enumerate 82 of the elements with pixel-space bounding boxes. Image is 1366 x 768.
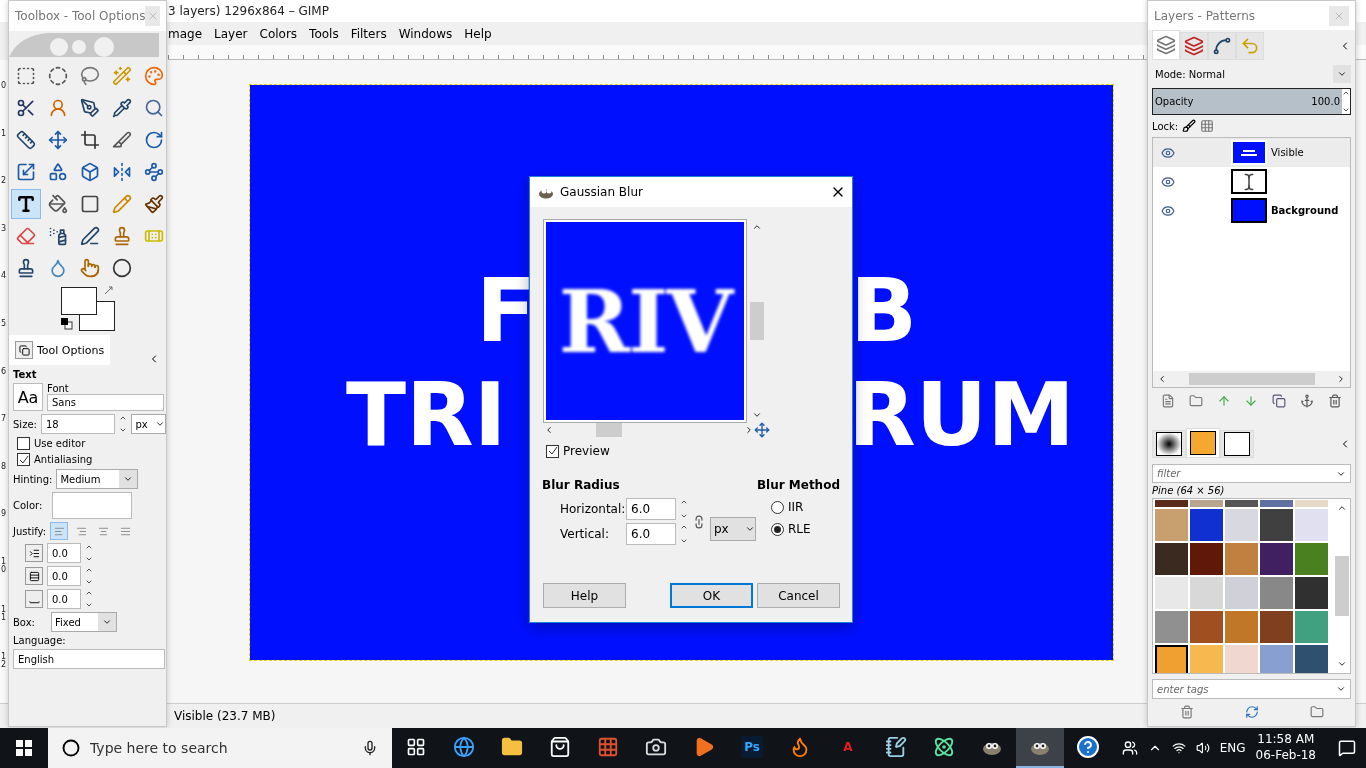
taskbar-button[interactable]: A xyxy=(824,728,872,768)
ruler-label: 11 xyxy=(0,605,6,624)
opacity-slider[interactable]: Opacity 100.0 xyxy=(1152,88,1351,116)
spacing-field[interactable]: 0.0 xyxy=(47,543,81,563)
layer-name: Background xyxy=(1271,205,1339,217)
opacity-value: 100.0 xyxy=(1311,96,1340,108)
window-title: 3 layers) 1296x864 – GIMP xyxy=(168,4,329,18)
font-label: Font xyxy=(47,383,70,394)
language-field[interactable]: English xyxy=(13,649,165,669)
menu-item[interactable]: Help xyxy=(464,26,492,41)
layer-row[interactable]: Visible xyxy=(1153,138,1350,168)
ruler-label: 0 xyxy=(0,82,6,92)
unit-dropdown[interactable]: px xyxy=(131,414,166,434)
canvas-text: TRI xyxy=(346,371,507,459)
font-preview[interactable]: Aa xyxy=(13,383,43,411)
radio-label: IIR xyxy=(787,500,804,514)
ruler-label: 8 xyxy=(0,462,6,473)
number-field[interactable]: 6.0 xyxy=(626,523,676,545)
hinting-label: Hinting: xyxy=(13,473,53,485)
ruler-label: 10 xyxy=(0,557,6,576)
checkbox-label: Use editor xyxy=(34,438,86,449)
language-label: Language: xyxy=(13,635,67,646)
spacing-field[interactable]: 0.0 xyxy=(47,589,81,609)
font-field[interactable]: Sans xyxy=(47,394,164,411)
radio-label: RLE xyxy=(787,522,811,536)
tool-name: Text xyxy=(13,369,38,380)
window-title: Layers - Patterns xyxy=(1154,8,1256,23)
box-dropdown[interactable]: Fixed xyxy=(50,612,117,632)
dialog-title: Gaussian Blur xyxy=(560,185,643,199)
size-field[interactable]: 18 xyxy=(40,414,116,434)
canvas-text: B xyxy=(850,267,918,355)
photoshop-logo: Ps xyxy=(741,736,763,758)
lock-label: Lock: xyxy=(1152,120,1179,132)
canvas-text: F xyxy=(476,267,537,355)
ruler-label: 5 xyxy=(0,319,6,330)
section-heading: Blur Radius xyxy=(542,478,621,492)
dialog-button[interactable]: Cancel xyxy=(757,583,840,608)
ruler-label: 1 xyxy=(0,129,6,140)
canvas-text: RUM xyxy=(848,371,1075,459)
ruler-label: 12 xyxy=(0,653,6,672)
tool-options-tab[interactable]: Tool Options xyxy=(9,335,111,365)
dialog-button[interactable]: OK xyxy=(670,583,753,608)
ruler-label: 9 xyxy=(0,510,6,521)
menu-item[interactable]: Layer xyxy=(214,26,248,41)
mode-dropdown[interactable]: Mode: Normal xyxy=(1152,64,1351,85)
ruler-label: 2 xyxy=(0,177,6,188)
menu-item[interactable]: Windows xyxy=(398,26,453,41)
number-field[interactable]: 6.0 xyxy=(626,498,676,520)
menu-item[interactable]: Colors xyxy=(259,26,298,41)
search-field[interactable]: Type here to search xyxy=(48,728,392,768)
preview-text: RIV xyxy=(558,270,732,372)
window-title: Toolbox - Tool Options xyxy=(15,9,146,23)
layer-name: Visible xyxy=(1271,147,1304,159)
ruler-label: 4 xyxy=(0,272,6,283)
field-label: Vertical: xyxy=(560,527,610,541)
section-heading: Blur Method xyxy=(756,478,840,492)
menu-item[interactable]: Filters xyxy=(350,26,387,41)
ruler-label: 7 xyxy=(0,415,6,426)
opacity-label: Opacity xyxy=(1155,96,1194,108)
dialog-button[interactable]: Help xyxy=(543,583,626,608)
field-label: Horizontal: xyxy=(560,502,622,516)
spacing-field[interactable]: 0.0 xyxy=(47,566,81,586)
taskbar-button[interactable]: Ps xyxy=(728,728,776,768)
status-text: Visible (23.7 MB) xyxy=(174,709,276,723)
clock[interactable]: 11:58 AM 06-Feb-18 xyxy=(1255,732,1316,764)
checkbox-label: Preview xyxy=(563,444,610,458)
language-indicator[interactable]: ENG xyxy=(1219,741,1246,755)
size-label: Size: xyxy=(13,418,37,430)
ruler-label: 3 xyxy=(0,224,6,235)
menu-item[interactable]: mage xyxy=(168,26,203,41)
pattern-name: Pine (64 × 56) xyxy=(1151,484,1226,499)
justify-label: Justify: xyxy=(13,525,47,537)
ruler-label: 6 xyxy=(0,367,6,378)
box-label: Box: xyxy=(13,616,35,628)
filter-field[interactable]: filter xyxy=(1152,464,1351,484)
menu-item[interactable]: Tools xyxy=(309,26,339,41)
checkbox-label: Antialiasing xyxy=(34,454,93,465)
autocad-logo: A xyxy=(842,739,854,756)
unit-dropdown[interactable]: px xyxy=(710,516,756,541)
tags-field[interactable]: enter tags xyxy=(1152,679,1351,699)
color-label: Color: xyxy=(13,500,43,511)
hinting-dropdown[interactable]: Medium xyxy=(56,469,139,489)
